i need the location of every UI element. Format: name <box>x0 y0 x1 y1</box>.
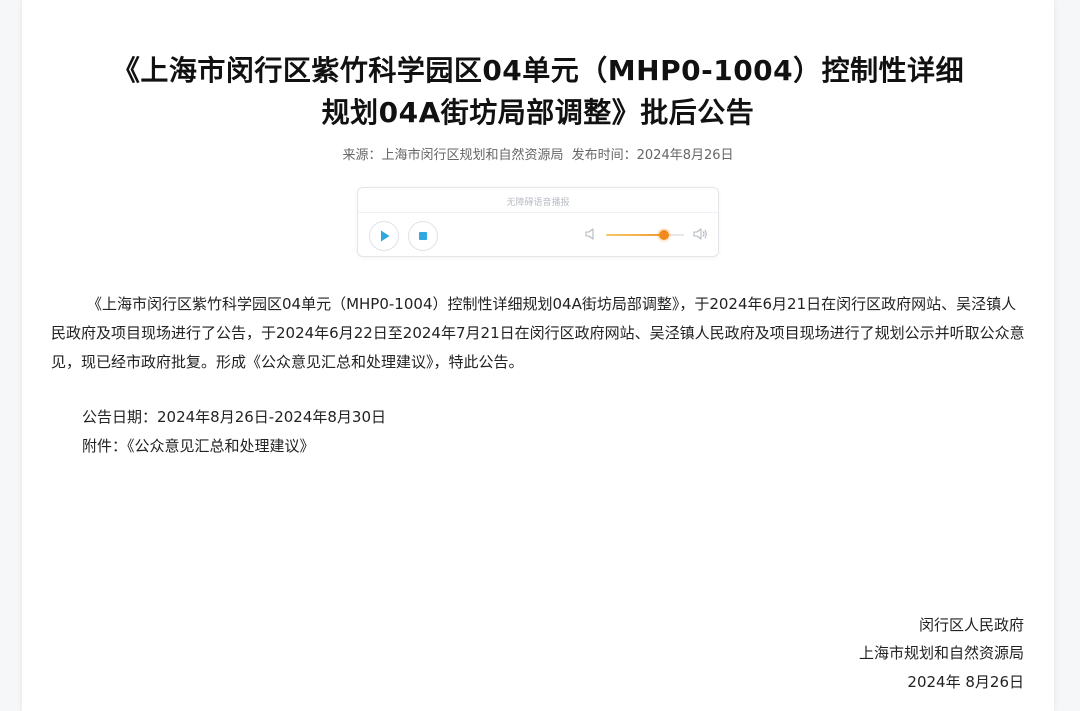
audio-player-label: 无障碍语音播报 <box>506 198 570 208</box>
attachment-label: 附件： <box>82 437 128 455</box>
article-title-line-2: 规划04A街坊局部调整》批后公告 <box>321 96 755 129</box>
signature-issuer-1: 闵行区人民政府 <box>918 616 1024 634</box>
stop-button[interactable] <box>408 221 438 251</box>
article-meta: 来源：上海市闵行区规划和自然资源局 发布时间：2024年8月26日 <box>22 146 1054 166</box>
volume-high-icon[interactable] <box>692 226 708 242</box>
volume-slider-fill <box>606 234 664 236</box>
article-publish-time: 发布时间：2024年8月26日 <box>571 148 734 163</box>
play-icon <box>381 230 390 242</box>
stop-icon <box>419 232 427 240</box>
volume-low-icon[interactable] <box>584 227 598 241</box>
volume-slider-handle[interactable] <box>658 230 669 240</box>
article-title-line-1: 《上海市闵行区紫竹科学园区04单元（MHP0-1004）控制性详细 <box>111 54 965 87</box>
article-source: 来源：上海市闵行区规划和自然资源局 <box>342 148 564 163</box>
signature-date: 2024年 8月26日 <box>907 673 1024 691</box>
notice-date: 公告日期：2024年8月26日-2024年8月30日 <box>82 408 387 426</box>
attachment-line: 附件：《公众意见汇总和处理建议》 <box>82 434 315 458</box>
volume-slider[interactable] <box>606 230 684 240</box>
article-title: 《上海市闵行区紫竹科学园区04单元（MHP0-1004）控制性详细 规划04A街… <box>22 50 1054 134</box>
audio-player-divider <box>358 212 718 213</box>
attachment-link[interactable]: 《公众意见汇总和处理建议》 <box>127 437 315 455</box>
article-body: 《上海市闵行区紫竹科学园区04单元（MHP0-1004）控制性详细规划04A街坊… <box>51 295 1025 371</box>
play-button[interactable] <box>369 221 399 251</box>
audio-player: 无障碍语音播报 <box>357 187 719 257</box>
signature-issuer-2: 上海市规划和自然资源局 <box>858 644 1024 662</box>
article-page: 《上海市闵行区紫竹科学园区04单元（MHP0-1004）控制性详细 规划04A街… <box>22 0 1054 711</box>
